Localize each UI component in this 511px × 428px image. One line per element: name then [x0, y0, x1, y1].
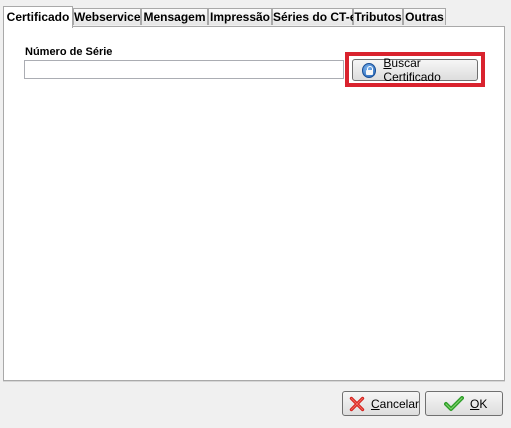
footer-divider: [3, 381, 505, 382]
search-certificate-button[interactable]: Buscar Certificado: [352, 56, 478, 84]
tab-impressao[interactable]: Impressão: [208, 8, 272, 25]
tab-outras[interactable]: Outras: [403, 8, 446, 25]
tab-panel-certificado: Número de Série Buscar Certificado: [3, 26, 505, 381]
tab-series-cte[interactable]: Séries do CT-e: [272, 8, 356, 25]
settings-window: Certificado Webservice Mensagem Impressã…: [0, 0, 511, 428]
serial-number-label: Número de Série: [25, 46, 113, 58]
search-certificate-label: Buscar Certificado: [383, 56, 441, 84]
ok-label: OK: [470, 396, 488, 411]
cancel-label: Cancelar: [370, 396, 419, 411]
cancel-x-icon: [349, 396, 365, 411]
serial-number-input[interactable]: [24, 60, 344, 79]
tab-webservice[interactable]: Webservice: [73, 8, 141, 25]
ok-button[interactable]: OK: [425, 391, 503, 416]
tab-mensagem[interactable]: Mensagem: [141, 8, 208, 25]
lock-icon: [362, 62, 377, 78]
checkmark-icon: [444, 395, 464, 411]
cancel-button[interactable]: Cancelar: [342, 391, 420, 416]
tab-certificado[interactable]: Certificado: [3, 6, 73, 28]
tab-tributos[interactable]: Tributos: [353, 8, 403, 25]
